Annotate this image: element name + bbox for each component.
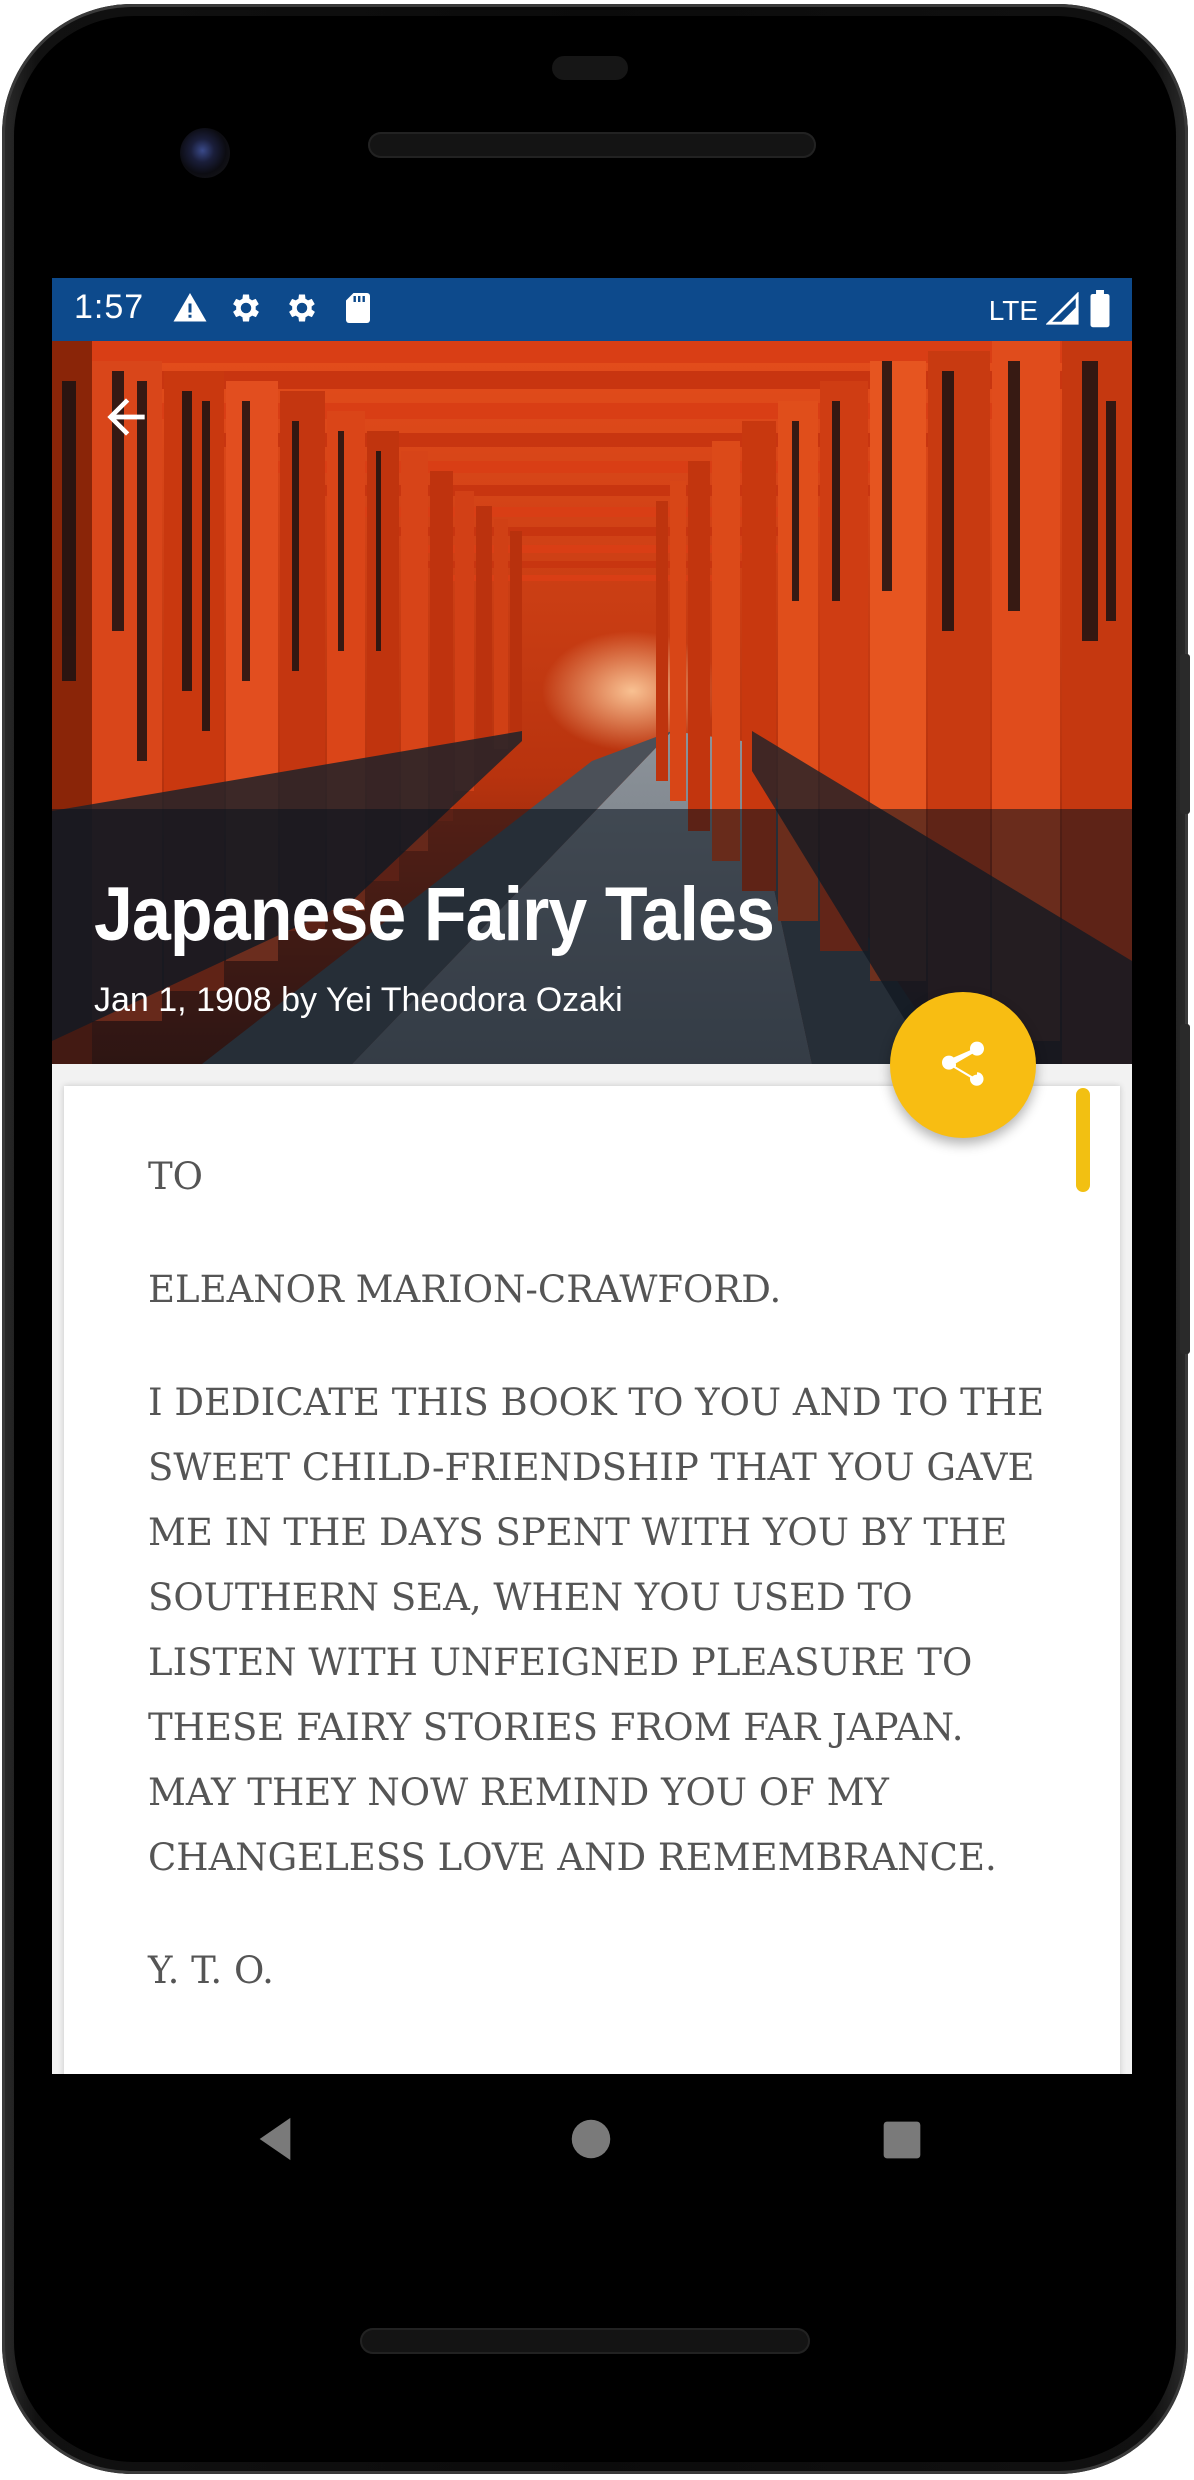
status-time: 1:57 [74, 288, 145, 326]
back-button[interactable] [98, 389, 154, 445]
top-slot [552, 56, 628, 80]
warning-icon [172, 290, 208, 330]
book-subtitle: Jan 1, 1908 by Yei Theodora Ozaki [94, 981, 623, 1019]
signal-icon [1045, 291, 1080, 330]
dedication-to: TO [148, 1155, 204, 1198]
arrow-back-icon [107, 398, 145, 436]
dedication-body: I DEDICATE THIS BOOK TO YOU AND TO THE S… [148, 1381, 1045, 1879]
status-right: LTE [989, 290, 1112, 332]
status-icons [172, 290, 376, 330]
hero-header: Japanese Fairy Tales Jan 1, 1908 by Yei … [52, 341, 1132, 1064]
dedication-name: ELEANOR MARION-CRAWFORD. [148, 1268, 782, 1311]
navigation-bar [52, 2074, 1132, 2202]
gear-icon [284, 290, 320, 330]
nav-back-icon[interactable] [252, 2114, 298, 2168]
status-bar: 1:57 LTE [52, 278, 1132, 341]
gear-icon [228, 290, 264, 330]
front-camera [180, 128, 230, 178]
book-text: TO ELEANOR MARION-CRAWFORD. I DEDICATE T… [148, 1144, 1048, 2051]
scroll-indicator[interactable] [1076, 1088, 1090, 1192]
bottom-speaker [360, 2328, 810, 2354]
power-button [1180, 654, 1190, 814]
book-content-card[interactable]: TO ELEANOR MARION-CRAWFORD. I DEDICATE T… [64, 1086, 1120, 2074]
earpiece-speaker [368, 132, 816, 158]
share-button[interactable] [890, 992, 1036, 1138]
share-icon [942, 1041, 984, 1086]
screen: 1:57 LTE Japanese Fairy Tales Jan 1, 190… [52, 278, 1132, 2074]
volume-button [1180, 1024, 1190, 1354]
book-title: Japanese Fairy Tales [94, 872, 775, 957]
battery-icon [1088, 290, 1112, 332]
network-type: LTE [988, 295, 1038, 326]
nav-home-icon[interactable] [570, 2118, 612, 2164]
nav-recents-icon[interactable] [882, 2120, 922, 2164]
sd-card-icon [340, 290, 376, 330]
dedication-signature: Y. T. O. [148, 1949, 274, 1992]
